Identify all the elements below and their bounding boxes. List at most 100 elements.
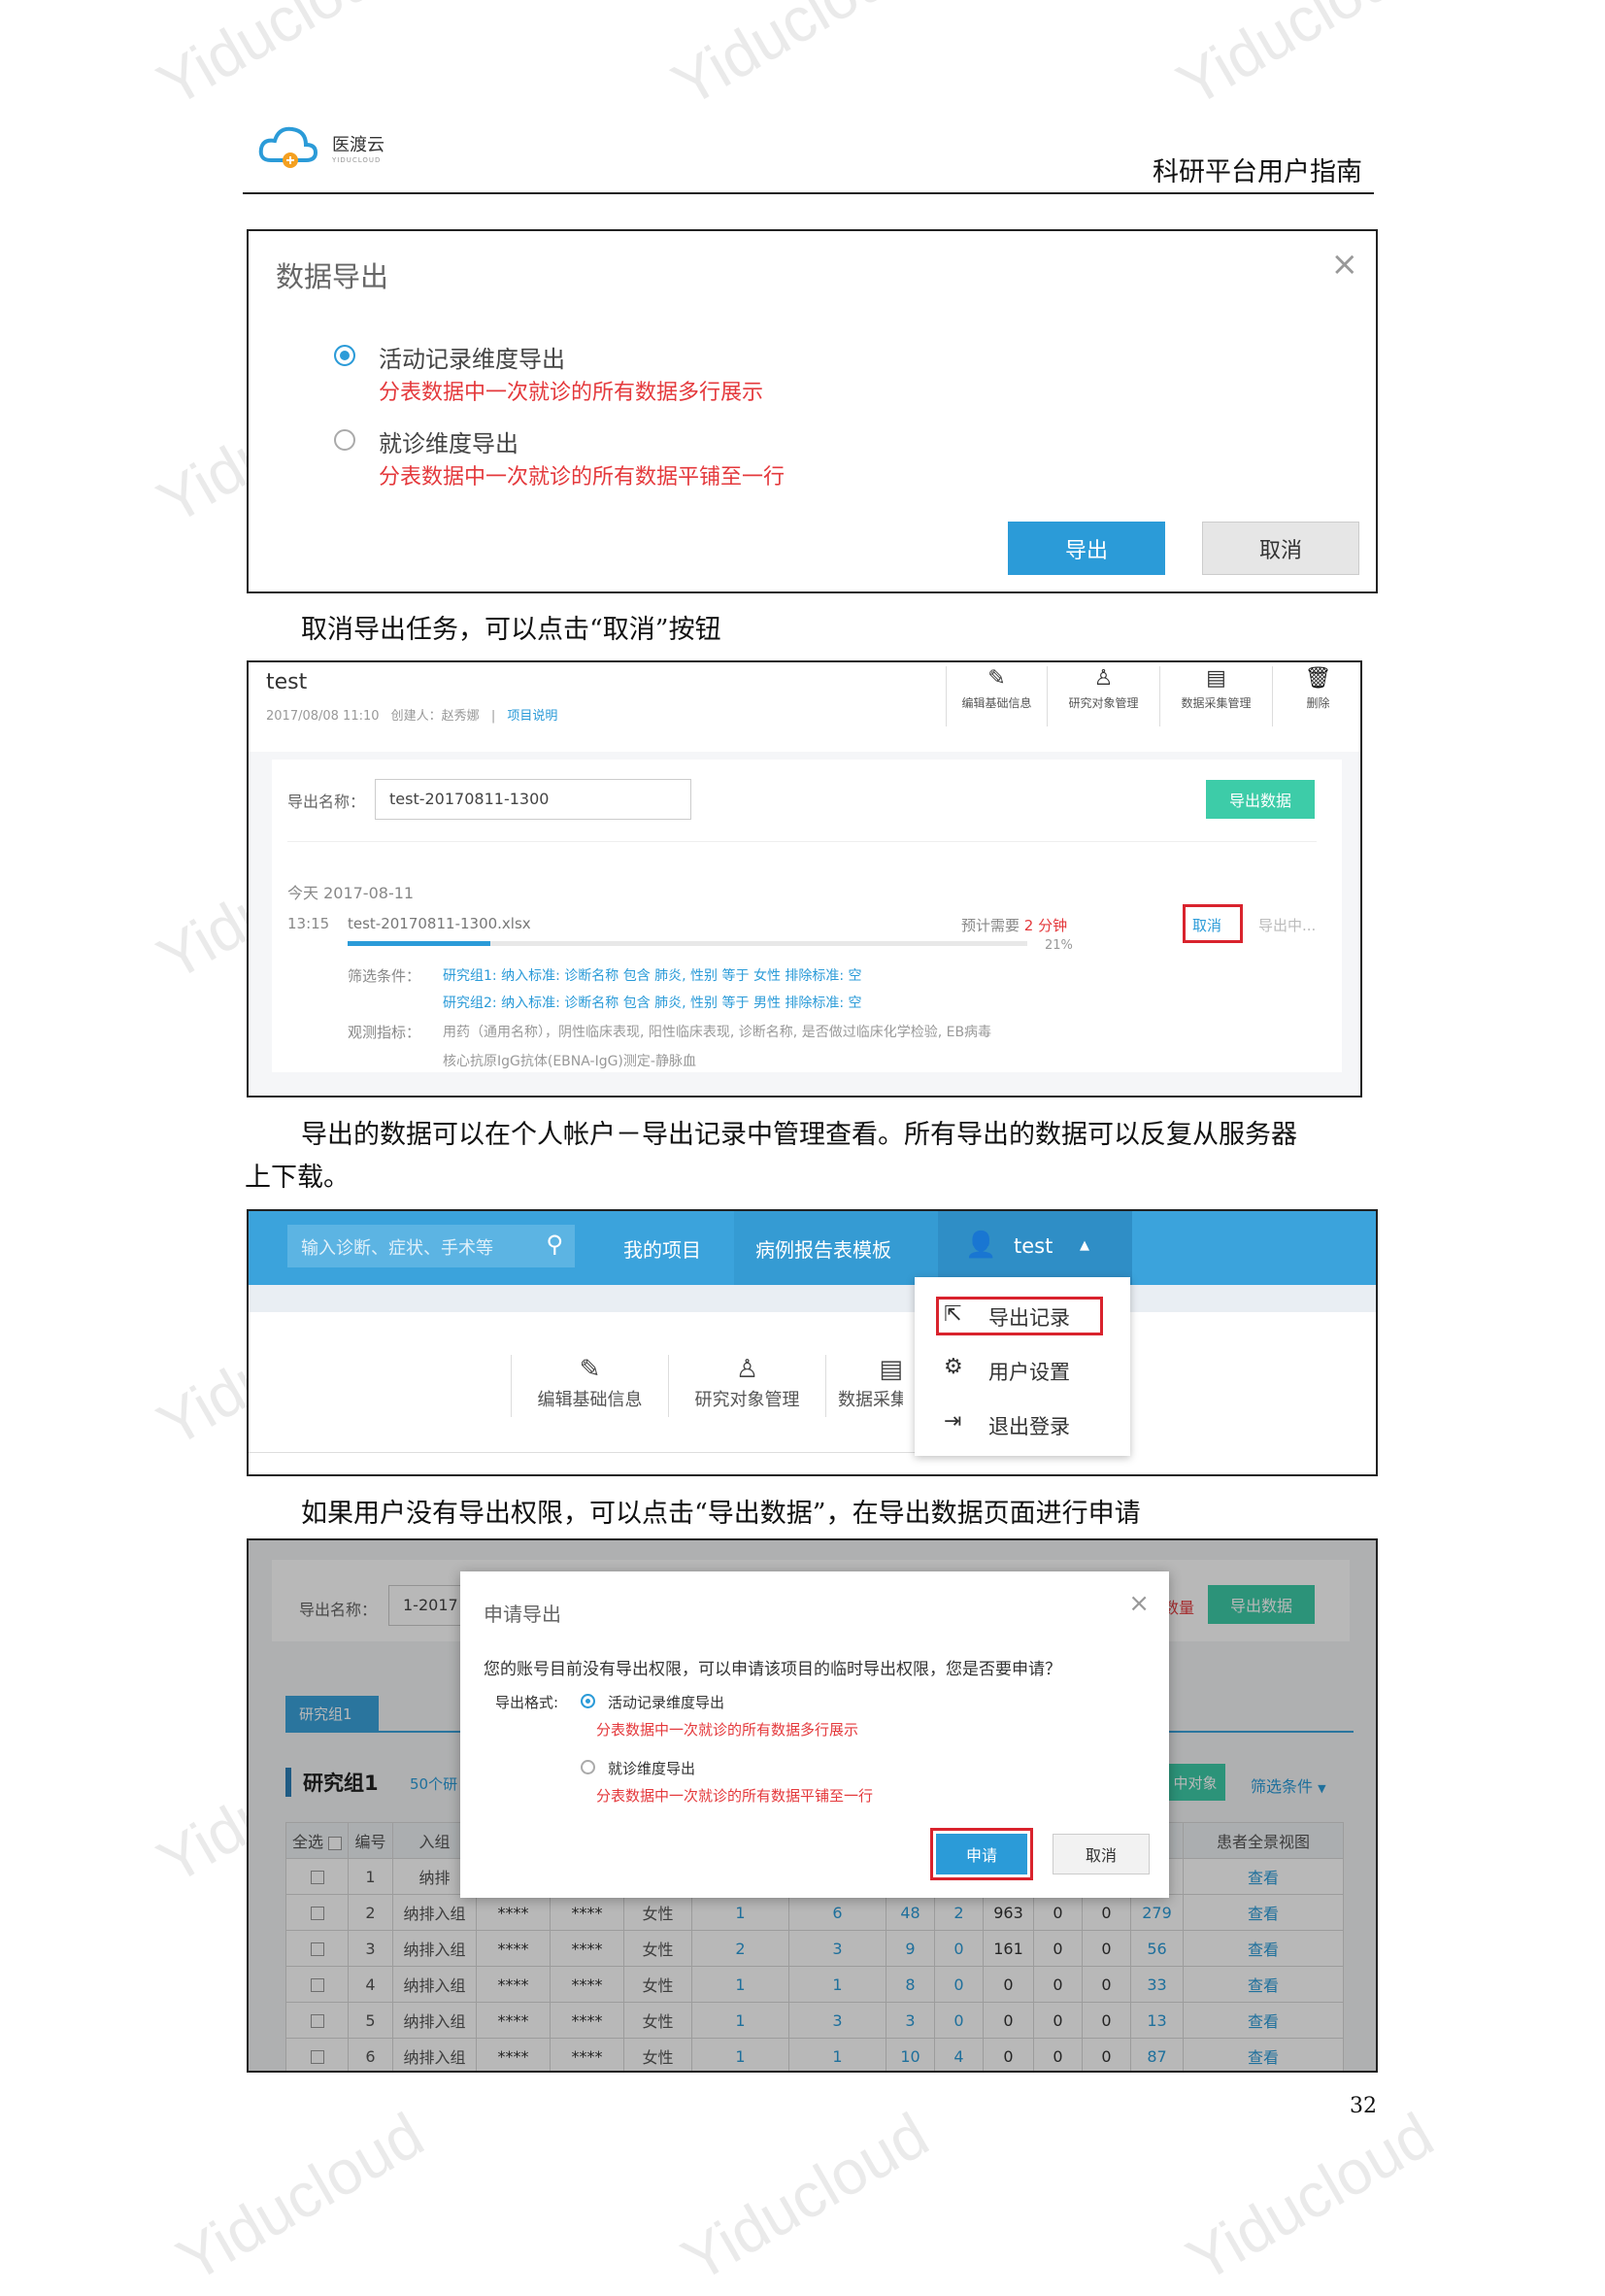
radio-visit-export[interactable] bbox=[334, 429, 355, 451]
edit-icon: ✎ bbox=[987, 666, 1006, 691]
radio-activity-export[interactable] bbox=[334, 345, 355, 366]
user-name: test bbox=[1014, 1234, 1053, 1258]
toolbar: ✎ 编辑基础信息 ♙ 研究对象管理 ▤ 数据采集 bbox=[511, 1355, 903, 1417]
tool-label: 数据采集管理 bbox=[1181, 696, 1252, 710]
nav-crf-templates-label[interactable]: 病例报告表模板 bbox=[755, 1234, 891, 1263]
meta-separator: | bbox=[490, 709, 496, 724]
highlight-box bbox=[936, 1297, 1103, 1335]
logo-text: 医渡云 bbox=[332, 135, 385, 155]
eta: 预计需要 2 分钟 bbox=[961, 915, 1067, 935]
caret-up-icon: ▲ bbox=[1080, 1238, 1089, 1253]
option1-label: 活动记录维度导出 bbox=[379, 346, 565, 373]
progress-text: 21% bbox=[1045, 938, 1073, 953]
search-box[interactable]: 输入诊断、症状、手术等 ⚲ bbox=[287, 1225, 575, 1267]
paragraph: 取消导出任务，可以点击“取消”按钮 bbox=[301, 615, 721, 645]
tool-label: 编辑基础信息 bbox=[537, 1390, 643, 1410]
day-label: 今天 2017-08-11 bbox=[287, 884, 415, 902]
apply-export-screenshot: 导出名称： 1-2017 数量 导出数据 研究组1 研究组1 50个研 中对象 … bbox=[247, 1538, 1378, 2073]
bottom-line bbox=[249, 1452, 928, 1453]
option2-desc: 分表数据中一次就诊的所有数据平铺至一行 bbox=[596, 1787, 874, 1805]
radio-activity-export[interactable] bbox=[581, 1694, 595, 1708]
paragraph: 如果用户没有导出权限，可以点击“导出数据”，在导出数据页面进行申请 bbox=[301, 1499, 1141, 1529]
logo-subtext: YIDUCLOUD bbox=[332, 156, 382, 164]
user-icon: 👤 bbox=[965, 1231, 997, 1260]
watermark: Yiducloud bbox=[670, 2099, 940, 2296]
edit-icon: ✎ bbox=[579, 1355, 601, 1384]
export-button[interactable]: 导出 bbox=[1008, 522, 1165, 575]
export-name-label: 导出名称： bbox=[287, 793, 366, 811]
highlight-box bbox=[930, 1828, 1033, 1880]
close-icon[interactable]: × bbox=[1331, 245, 1359, 284]
tool-label: 数据采集 bbox=[838, 1390, 903, 1410]
tool-collection[interactable]: ▤ 数据采集 bbox=[825, 1355, 903, 1417]
project-name: test bbox=[266, 670, 308, 694]
option2-desc: 分表数据中一次就诊的所有数据平铺至一行 bbox=[379, 465, 786, 490]
menu-user-settings[interactable]: 用户设置 bbox=[988, 1357, 1070, 1386]
task-time: 13:15 bbox=[287, 915, 330, 932]
modal-title: 申请导出 bbox=[484, 1603, 561, 1626]
header: 医渡云 YIDUCLOUD 科研平台用户指南 bbox=[243, 121, 1374, 194]
tool-collection[interactable]: ▤ 数据采集管理 bbox=[1159, 666, 1272, 726]
watermark: Yiducloud bbox=[1165, 0, 1435, 120]
toolbar: ✎ 编辑基础信息 ♙ 研究对象管理 ▤ 数据采集管理 🗑 删除 bbox=[946, 666, 1360, 726]
users-icon: ♙ bbox=[1093, 666, 1114, 691]
task-file: test-20170811-1300.xlsx bbox=[348, 915, 531, 932]
doc-title: 科研平台用户指南 bbox=[1153, 157, 1362, 187]
filter-line-2: 研究组2: 纳入标准: 诊断名称 包含 肺炎, 性别 等于 男性 排除标准: 空 bbox=[443, 996, 862, 1011]
apply-export-modal: 申请导出 × 您的账号目前没有导出权限，可以申请该项目的临时导出权限，您是否要申… bbox=[460, 1571, 1169, 1898]
project-creator: 创建人：赵秀娜 bbox=[390, 709, 480, 724]
export-dialog-screenshot: 数据导出 × 活动记录维度导出 分表数据中一次就诊的所有数据多行展示 就诊维度导… bbox=[247, 229, 1378, 593]
option1-label: 活动记录维度导出 bbox=[608, 1694, 725, 1711]
trash-icon: 🗑 bbox=[1304, 666, 1332, 691]
document-icon: ▤ bbox=[1206, 666, 1226, 691]
search-placeholder: 输入诊断、症状、手术等 bbox=[301, 1238, 493, 1259]
tool-label: 删除 bbox=[1306, 696, 1330, 710]
nav-my-projects[interactable]: 我的项目 bbox=[623, 1234, 701, 1263]
observe-label: 观测指标： bbox=[348, 1024, 421, 1041]
watermark: Yiducloud bbox=[146, 0, 416, 120]
option2-label: 就诊维度导出 bbox=[608, 1760, 696, 1777]
tool-label: 编辑基础信息 bbox=[961, 696, 1032, 710]
watermark: Yiducloud bbox=[660, 0, 930, 120]
option1-desc: 分表数据中一次就诊的所有数据多行展示 bbox=[596, 1721, 859, 1739]
eta-value: 2 分钟 bbox=[1023, 917, 1068, 934]
observe-line-2: 核心抗原IgG抗体(EBNA-IgG)测定-静脉血 bbox=[443, 1054, 696, 1069]
export-data-button[interactable]: 导出数据 bbox=[1206, 780, 1315, 819]
watermark: Yiducloud bbox=[165, 2099, 435, 2296]
search-icon[interactable]: ⚲ bbox=[546, 1231, 563, 1258]
user-menu-screenshot: 输入诊断、症状、手术等 ⚲ 我的项目 病例报告表模板 👤 test ▲ ✎ 编辑… bbox=[247, 1209, 1378, 1476]
export-name-input[interactable]: test-20170811-1300 bbox=[375, 779, 691, 820]
eta-prefix: 预计需要 bbox=[961, 917, 1020, 934]
radio-visit-export[interactable] bbox=[581, 1760, 595, 1774]
tool-subjects[interactable]: ♙ 研究对象管理 bbox=[668, 1355, 825, 1417]
highlight-box bbox=[1183, 904, 1243, 943]
project-info-link[interactable]: 项目说明 bbox=[507, 709, 557, 724]
progress-fill bbox=[348, 941, 490, 946]
project-meta: 2017/08/08 11:10 创建人：赵秀娜 | 项目说明 bbox=[266, 705, 557, 724]
watermark: Yiducloud bbox=[1175, 2099, 1445, 2296]
tool-delete[interactable]: 🗑 删除 bbox=[1272, 666, 1360, 726]
menu-logout[interactable]: 退出登录 bbox=[988, 1411, 1070, 1440]
dialog-title: 数据导出 bbox=[276, 260, 389, 293]
cancel-button[interactable]: 取消 bbox=[1053, 1834, 1150, 1874]
filter-label: 筛选条件： bbox=[348, 967, 421, 985]
progress-track bbox=[348, 941, 1027, 946]
export-status: 导出中... bbox=[1258, 917, 1317, 934]
tool-edit[interactable]: ✎ 编辑基础信息 bbox=[946, 666, 1047, 726]
nav-light-band bbox=[249, 1285, 1376, 1312]
users-icon: ♙ bbox=[735, 1355, 759, 1384]
cloud-logo-icon bbox=[258, 126, 318, 168]
tool-label: 研究对象管理 bbox=[694, 1390, 800, 1410]
tool-subjects[interactable]: ♙ 研究对象管理 bbox=[1047, 666, 1159, 726]
paragraph: 导出的数据可以在个人帐户－导出记录中管理查看。所有导出的数据可以反复从服务器 bbox=[301, 1120, 1297, 1150]
project-date: 2017/08/08 11:10 bbox=[266, 709, 380, 724]
observe-line-1: 用药（通用名称），阴性临床表现, 阳性临床表现, 诊断名称, 是否做过临床化学检… bbox=[443, 1025, 992, 1040]
page-number: 32 bbox=[1350, 2094, 1377, 2118]
user-dropdown-menu: ⇱ 导出记录 ⚙ 用户设置 ⇥ 退出登录 bbox=[915, 1277, 1130, 1456]
tool-label: 研究对象管理 bbox=[1068, 696, 1139, 710]
close-icon[interactable]: × bbox=[1128, 1589, 1150, 1618]
tool-edit[interactable]: ✎ 编辑基础信息 bbox=[511, 1355, 668, 1417]
gear-icon: ⚙ bbox=[944, 1355, 963, 1379]
format-label: 导出格式: bbox=[495, 1694, 559, 1711]
cancel-button[interactable]: 取消 bbox=[1202, 522, 1359, 575]
